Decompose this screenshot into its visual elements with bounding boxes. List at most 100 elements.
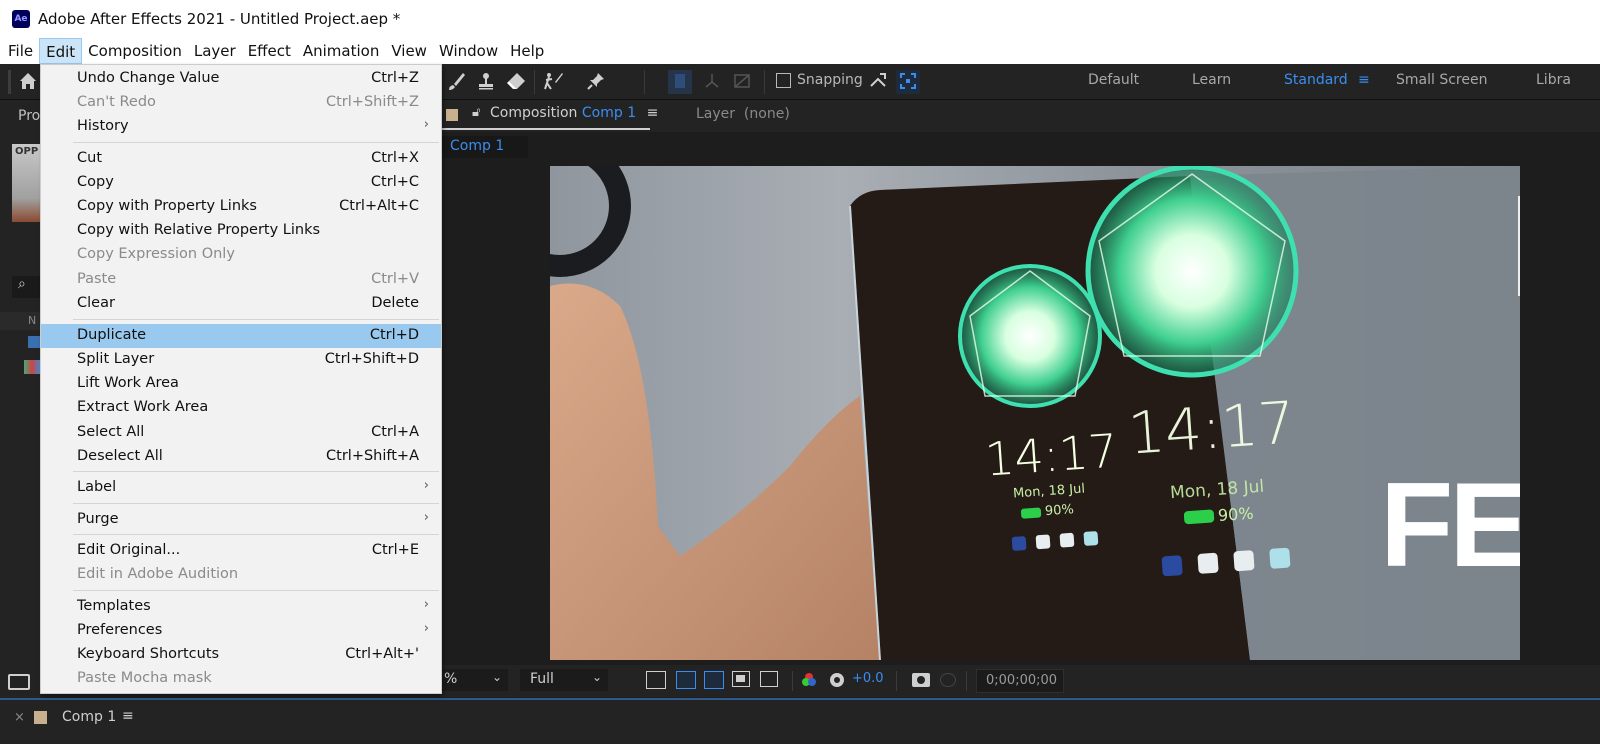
tab-composition[interactable]: Composition Comp 1 ≡ xyxy=(490,105,658,121)
menu-item-shortcut: Ctrl+A xyxy=(371,424,419,440)
menu-item-label: Cut xyxy=(77,150,102,166)
menu-item-copy-property-links[interactable]: Copy with Property Links Ctrl+Alt+C xyxy=(41,195,441,219)
transparency-grid-icon[interactable] xyxy=(676,671,696,689)
menu-item-select-all[interactable]: Select All Ctrl+A xyxy=(41,421,441,445)
reflection-clock: 14:17 xyxy=(1125,388,1298,468)
panel-grip[interactable] xyxy=(8,70,11,94)
project-tab[interactable]: Pro xyxy=(18,108,40,124)
title-bar: Ae Adobe After Effects 2021 - Untitled P… xyxy=(0,0,1600,38)
menu-item-copy[interactable]: Copy Ctrl+C xyxy=(41,171,441,195)
exposure-value[interactable]: +0.0 xyxy=(852,671,884,686)
menu-separator xyxy=(73,319,439,320)
footage-item-icon[interactable] xyxy=(28,336,40,348)
menu-item-label[interactable]: Label › xyxy=(41,476,441,500)
brush-icon[interactable] xyxy=(444,70,468,94)
clone-stamp-icon[interactable] xyxy=(474,70,498,94)
snapping-checkbox[interactable] xyxy=(776,72,791,88)
menu-file[interactable]: File xyxy=(2,38,39,64)
workspace-learn[interactable]: Learn xyxy=(1192,72,1231,88)
menu-item-copy-relative-property-links[interactable]: Copy with Relative Property Links xyxy=(41,219,441,243)
panel-menu-icon[interactable]: ≡ xyxy=(647,105,659,121)
home-icon[interactable] xyxy=(16,70,40,94)
menu-item-keyboard-shortcuts[interactable]: Keyboard Shortcuts Ctrl+Alt+' xyxy=(41,643,441,667)
composition-viewer[interactable]: 14:17 Mon, 18 Jul 90% 14:17 Mon, 18 Jul … xyxy=(440,160,1600,665)
project-thumbnail: OPP xyxy=(12,144,40,222)
menu-item-history[interactable]: History › xyxy=(41,115,441,139)
interpret-footage-icon[interactable] xyxy=(8,674,30,690)
lock-icon[interactable]: 🔓︎ xyxy=(472,105,480,120)
breadcrumb[interactable]: Comp 1 xyxy=(442,136,528,158)
workspace-menu-icon[interactable]: ≡ xyxy=(1358,72,1370,88)
menu-item-shortcut: Delete xyxy=(371,295,419,311)
toolbar-divider xyxy=(534,70,535,94)
workspace-standard[interactable]: Standard xyxy=(1284,72,1348,88)
chevron-right-icon: › xyxy=(423,117,429,132)
toolbar-divider xyxy=(792,671,793,691)
menu-bar: File Edit Composition Layer Effect Anima… xyxy=(0,38,1600,64)
world-axis-icon[interactable] xyxy=(700,70,724,94)
label-color-swatch xyxy=(446,109,458,121)
chevron-right-icon: › xyxy=(423,597,429,612)
menu-composition[interactable]: Composition xyxy=(82,38,188,64)
menu-item-lift-work-area[interactable]: Lift Work Area xyxy=(41,372,441,396)
eraser-icon[interactable] xyxy=(504,70,528,94)
local-axis-icon[interactable] xyxy=(668,70,692,94)
exposure-reset-icon[interactable] xyxy=(828,671,846,689)
view-axis-icon[interactable] xyxy=(730,70,754,94)
tab-layer[interactable]: Layer (none) xyxy=(696,106,790,122)
fast-previews-icon[interactable] xyxy=(646,671,666,689)
guides-grid-icon[interactable] xyxy=(760,671,778,687)
composition-item-icon[interactable] xyxy=(24,360,40,374)
window-title: Adobe After Effects 2021 - Untitled Proj… xyxy=(38,10,401,28)
composition-canvas[interactable]: 14:17 Mon, 18 Jul 90% 14:17 Mon, 18 Jul … xyxy=(550,166,1520,660)
label-color-swatch xyxy=(34,711,47,724)
menu-item-preferences[interactable]: Preferences › xyxy=(41,619,441,643)
facebook-icon xyxy=(1161,555,1183,577)
menu-layer[interactable]: Layer xyxy=(188,38,242,64)
battery-icon xyxy=(1020,506,1042,519)
menu-item-redo: Can't Redo Ctrl+Shift+Z xyxy=(41,91,441,115)
magnification-dropdown[interactable]: % ⌄ xyxy=(442,669,508,691)
roto-brush-icon[interactable] xyxy=(542,70,566,94)
viewer-controls: % ⌄ Full ⌄ +0.0 0;00;00;00 xyxy=(440,665,1600,697)
menu-item-label: Preferences xyxy=(77,622,163,638)
menu-item-split-layer[interactable]: Split Layer Ctrl+Shift+D xyxy=(41,348,441,372)
menu-item-edit-original[interactable]: Edit Original... Ctrl+E xyxy=(41,539,441,563)
workspace-small-screen[interactable]: Small Screen xyxy=(1396,72,1487,88)
menu-view[interactable]: View xyxy=(385,38,433,64)
snap-feather-icon[interactable] xyxy=(896,70,920,94)
timeline-tab[interactable]: Comp 1 xyxy=(62,709,116,725)
snapping-toggle[interactable]: Snapping xyxy=(776,72,863,88)
menu-item-duplicate[interactable]: Duplicate Ctrl+D xyxy=(41,324,441,348)
current-time-field[interactable]: 0;00;00;00 xyxy=(976,669,1064,693)
channel-rgb-icon[interactable] xyxy=(800,671,818,689)
toolbar-divider xyxy=(966,671,967,691)
menu-help[interactable]: Help xyxy=(504,38,550,64)
workspace-libraries[interactable]: Libra xyxy=(1536,72,1571,88)
menu-effect[interactable]: Effect xyxy=(242,38,297,64)
snap-icon[interactable] xyxy=(866,70,890,94)
puppet-pin-icon[interactable] xyxy=(584,70,608,94)
menu-item-undo[interactable]: Undo Change Value Ctrl+Z xyxy=(41,67,441,91)
mask-visibility-icon[interactable] xyxy=(704,671,724,689)
resolution-dropdown[interactable]: Full ⌄ xyxy=(520,669,608,691)
project-search[interactable]: ⌕ xyxy=(12,276,40,298)
menu-edit[interactable]: Edit xyxy=(39,38,83,64)
menu-item-shortcut: Ctrl+Z xyxy=(371,70,419,86)
region-of-interest-icon[interactable] xyxy=(732,671,750,687)
menu-animation[interactable]: Animation xyxy=(297,38,385,64)
menu-window[interactable]: Window xyxy=(433,38,504,64)
menu-item-clear[interactable]: Clear Delete xyxy=(41,292,441,316)
menu-item-purge[interactable]: Purge › xyxy=(41,508,441,532)
workspace-default[interactable]: Default xyxy=(1088,72,1139,88)
menu-item-deselect-all[interactable]: Deselect All Ctrl+Shift+A xyxy=(41,445,441,469)
menu-item-label: Deselect All xyxy=(77,448,163,464)
battery-icon xyxy=(1183,509,1215,525)
panel-menu-icon[interactable]: ≡ xyxy=(122,708,134,724)
menu-item-extract-work-area[interactable]: Extract Work Area xyxy=(41,396,441,420)
menu-item-cut[interactable]: Cut Ctrl+X xyxy=(41,147,441,171)
menu-item-shortcut: Ctrl+D xyxy=(369,327,419,343)
menu-item-templates[interactable]: Templates › xyxy=(41,595,441,619)
camera-snapshot-icon[interactable] xyxy=(912,673,930,687)
close-tab-icon[interactable]: × xyxy=(14,710,25,725)
